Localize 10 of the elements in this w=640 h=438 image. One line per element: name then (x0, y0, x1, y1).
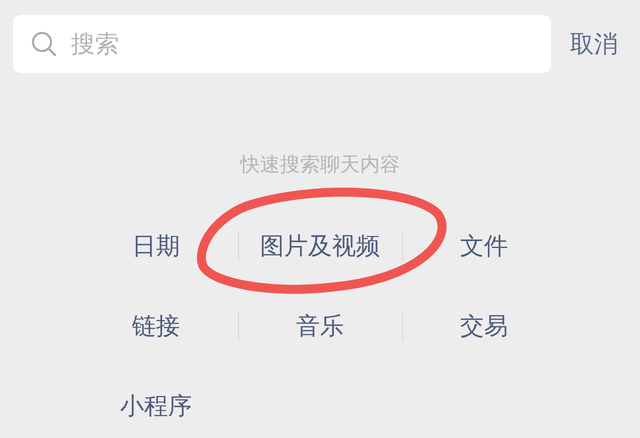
category-link[interactable]: 小程序 (120, 390, 192, 422)
category-link[interactable]: 日期 (132, 230, 180, 262)
category-link[interactable]: 链接 (132, 310, 180, 342)
cancel-button[interactable]: 取消 (570, 28, 618, 60)
category-link[interactable]: 文件 (460, 230, 508, 262)
search-field[interactable]: 搜索 (13, 15, 551, 73)
category-link[interactable]: 音乐 (296, 310, 344, 342)
hint-text: 快速搜索聊天内容 (238, 151, 401, 178)
category-link[interactable]: 交易 (460, 310, 508, 342)
category-link[interactable]: 图片及视频 (260, 230, 380, 262)
